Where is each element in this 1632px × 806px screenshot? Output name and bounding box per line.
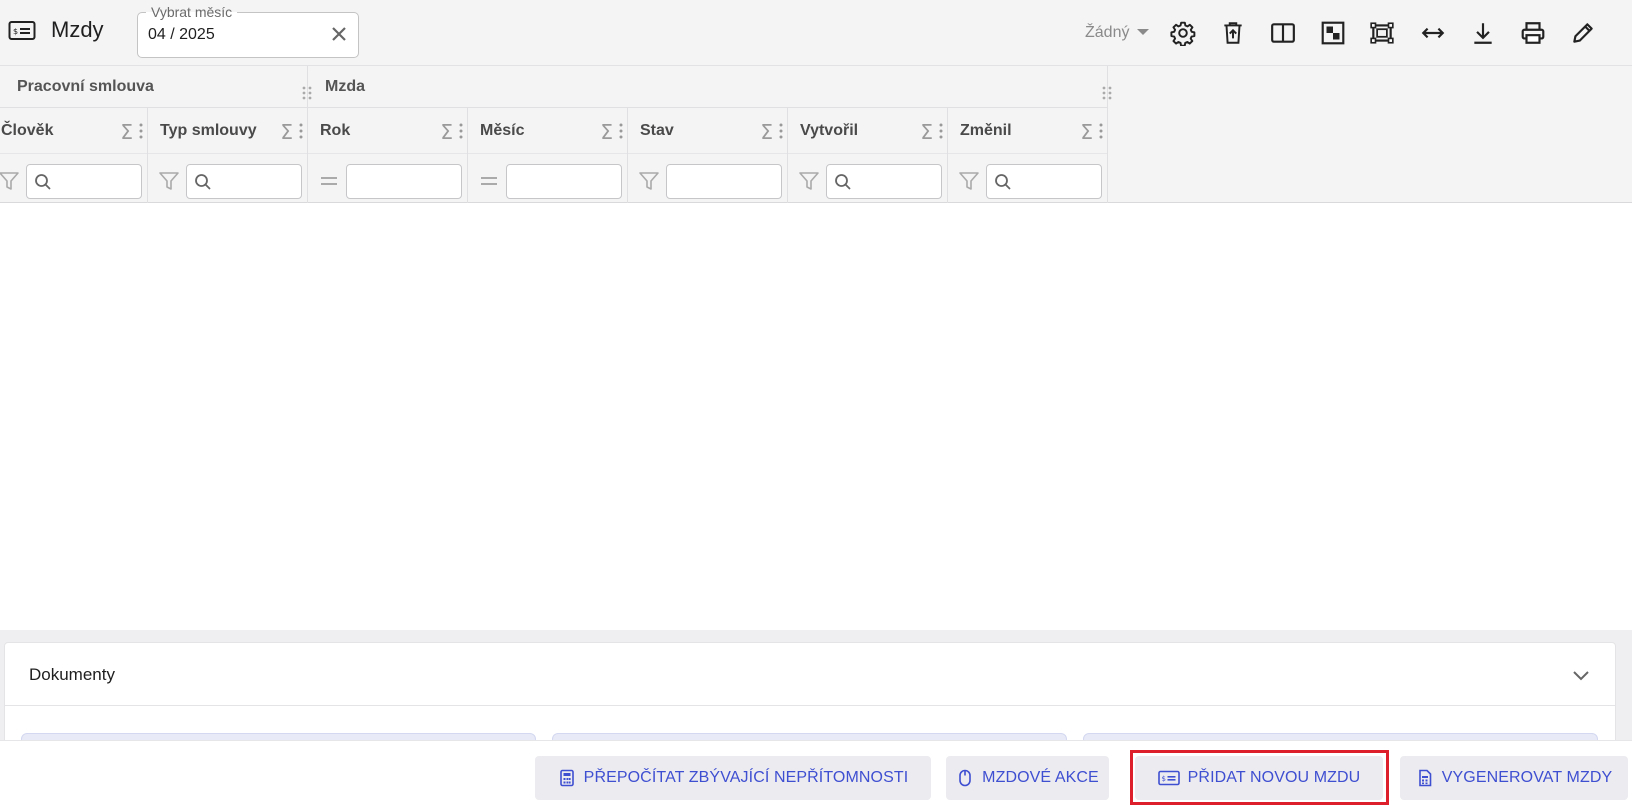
grid-header: Pracovní smlouva Mzda Člověk Σ Typ smlou… <box>0 66 1632 203</box>
search-icon <box>995 174 1011 190</box>
button-label: VYGENEROVAT MZDY <box>1441 769 1613 786</box>
chevron-down-icon[interactable] <box>1569 663 1593 687</box>
search-icon <box>35 174 51 190</box>
column-title[interactable]: Stav <box>640 122 674 140</box>
filter-input[interactable] <box>346 164 462 199</box>
recalculate-absences-button[interactable]: PŘEPOČÍTAT ZBÝVAJÍCÍ NEPŘÍTOMNOSTI <box>535 756 931 800</box>
column-modified-by: Změnil Σ <box>948 108 1108 203</box>
group-employment-contract: Pracovní smlouva <box>0 66 312 108</box>
add-new-salary-button[interactable]: $ PŘIDAT NOVOU MZDU <box>1135 756 1383 800</box>
equals-icon[interactable] <box>318 170 340 192</box>
payroll-icon: $ <box>8 21 36 40</box>
filter-input[interactable] <box>986 164 1102 199</box>
filter-input[interactable] <box>826 164 942 199</box>
gear-icon <box>1170 21 1196 46</box>
group-label: Pracovní smlouva <box>17 78 154 95</box>
drag-handle-icon[interactable] <box>1102 85 1112 101</box>
layout-icon <box>1321 21 1345 45</box>
month-picker[interactable]: Vybrat měsíc 04 / 2025 <box>137 4 359 58</box>
mouse-icon <box>959 769 971 787</box>
download-icon <box>1474 23 1492 44</box>
split-view-icon <box>1271 23 1295 43</box>
divider <box>5 705 1615 706</box>
column-menu-icon[interactable] <box>938 122 944 140</box>
download-button[interactable] <box>1467 17 1499 49</box>
group-salary: Mzda <box>308 66 1112 108</box>
filter-input[interactable] <box>506 164 622 199</box>
pencil-icon <box>1573 23 1593 43</box>
svg-text:$: $ <box>13 27 18 36</box>
button-label: PŘIDAT NOVOU MZDU <box>1187 769 1361 786</box>
column-title[interactable]: Člověk <box>1 122 53 140</box>
column-title[interactable]: Rok <box>320 122 350 140</box>
month-picker-label: Vybrat měsíc <box>146 4 238 20</box>
fullscreen-button[interactable] <box>1366 17 1398 49</box>
documents-title: Dokumenty <box>29 665 115 684</box>
settings-button[interactable] <box>1167 17 1199 49</box>
filter-input[interactable] <box>666 164 782 199</box>
column-menu-icon[interactable] <box>778 122 784 140</box>
sigma-icon[interactable]: Σ <box>120 120 133 144</box>
sigma-icon[interactable]: Σ <box>920 120 933 144</box>
button-label: PŘEPOČÍTAT ZBÝVAJÍCÍ NEPŘÍTOMNOSTI <box>583 769 909 786</box>
filter-input[interactable] <box>186 164 302 199</box>
split-view-button[interactable] <box>1267 17 1299 49</box>
column-status: Stav Σ <box>628 108 788 203</box>
filter-icon[interactable] <box>158 170 180 192</box>
column-person: Člověk Σ <box>0 108 148 203</box>
generate-salaries-button[interactable]: VYGENEROVAT MZDY <box>1400 756 1628 800</box>
column-title[interactable]: Typ smlouvy <box>160 122 257 140</box>
sigma-icon[interactable]: Σ <box>440 120 453 144</box>
month-picker-value: 04 / 2025 <box>148 26 215 43</box>
column-title[interactable]: Měsíc <box>480 122 524 140</box>
filter-input[interactable] <box>26 164 142 199</box>
column-year: Rok Σ <box>308 108 468 203</box>
expand-width-icon <box>1421 27 1445 39</box>
delete-button[interactable] <box>1217 17 1249 49</box>
filter-icon[interactable] <box>958 170 980 192</box>
trash-upload-icon <box>1224 22 1242 44</box>
chevron-down-icon <box>1137 29 1150 35</box>
column-menu-icon[interactable] <box>138 122 144 140</box>
search-icon <box>195 174 211 190</box>
filter-icon[interactable] <box>638 170 660 192</box>
svg-text:$: $ <box>1161 775 1165 783</box>
fullscreen-icon <box>1370 22 1394 44</box>
edit-button[interactable] <box>1567 17 1599 49</box>
filter-icon[interactable] <box>798 170 820 192</box>
column-title[interactable]: Vytvořil <box>800 122 858 140</box>
toolbar: $ Mzdy Vybrat měsíc 04 / 2025 Žádný <box>0 0 1632 66</box>
button-label: MZDOVÉ AKCE <box>982 769 1099 786</box>
column-menu-icon[interactable] <box>298 122 304 140</box>
expand-width-button[interactable] <box>1417 17 1449 49</box>
filter-icon[interactable] <box>0 170 20 192</box>
search-icon <box>835 174 851 190</box>
sigma-icon[interactable]: Σ <box>600 120 613 144</box>
sigma-icon[interactable]: Σ <box>1080 120 1093 144</box>
column-month: Měsíc Σ <box>468 108 628 203</box>
calculator-icon <box>559 769 574 787</box>
column-menu-icon[interactable] <box>618 122 624 140</box>
sigma-icon[interactable]: Σ <box>760 120 773 144</box>
clear-icon[interactable] <box>329 24 349 44</box>
group-label: Mzda <box>325 78 365 95</box>
action-bar: PŘEPOČÍTAT ZBÝVAJÍCÍ NEPŘÍTOMNOSTI MZDOV… <box>0 740 1632 806</box>
column-menu-icon[interactable] <box>458 122 464 140</box>
page: $ Mzdy Vybrat měsíc 04 / 2025 Žádný Prac… <box>0 0 1632 806</box>
payroll-icon: $ <box>1157 770 1180 786</box>
document-calculator-icon <box>1418 769 1432 787</box>
view-select-value: Žádný <box>1085 24 1130 41</box>
print-button[interactable] <box>1517 17 1549 49</box>
page-title: Mzdy <box>51 17 104 42</box>
layout-button[interactable] <box>1317 17 1349 49</box>
view-select[interactable]: Žádný <box>1085 21 1150 45</box>
column-menu-icon[interactable] <box>1098 122 1104 140</box>
column-contract-type: Typ smlouvy Σ <box>148 108 308 203</box>
equals-icon[interactable] <box>478 170 500 192</box>
column-created-by: Vytvořil Σ <box>788 108 948 203</box>
print-icon <box>1521 22 1545 44</box>
sigma-icon[interactable]: Σ <box>280 120 293 144</box>
payroll-actions-button[interactable]: MZDOVÉ AKCE <box>946 756 1109 800</box>
column-title[interactable]: Změnil <box>960 122 1012 140</box>
